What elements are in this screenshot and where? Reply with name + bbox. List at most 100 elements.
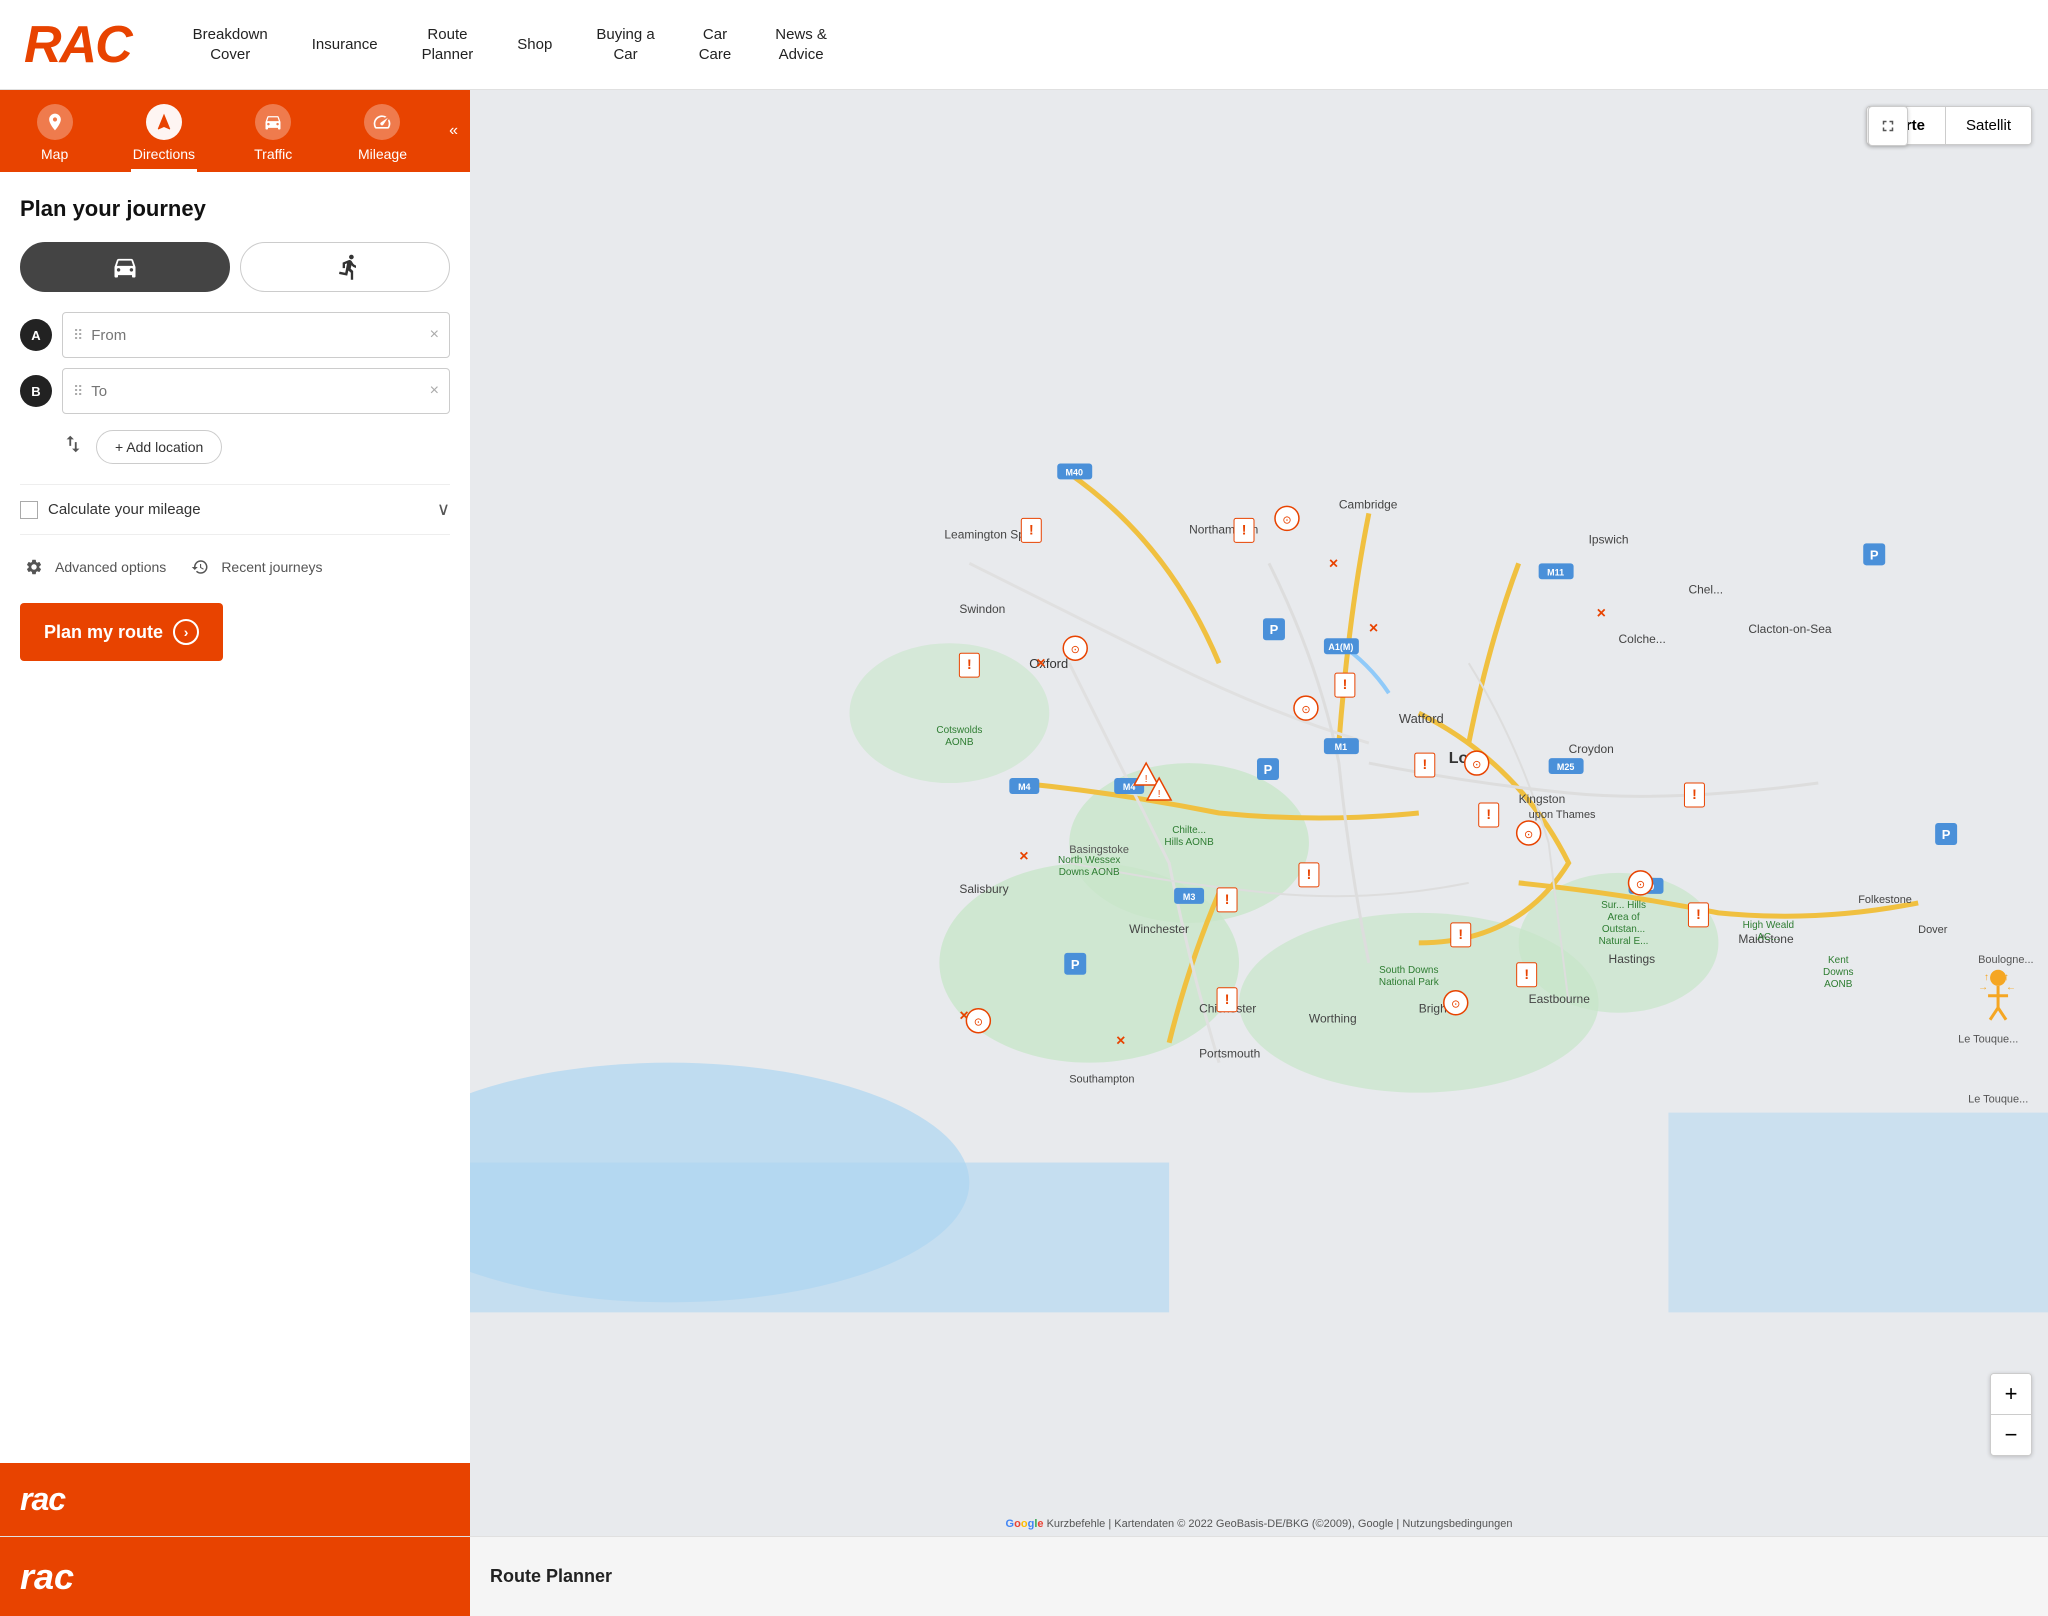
car-mode-button[interactable]: [20, 242, 230, 292]
bottom-banner-orange: rac: [0, 1537, 470, 1616]
tab-map-label: Map: [41, 146, 68, 162]
svg-text:×: ×: [1597, 605, 1606, 622]
zoom-in-button[interactable]: +: [1991, 1374, 2031, 1414]
svg-text:A1(M): A1(M): [1328, 642, 1353, 652]
svg-text:!: !: [1242, 521, 1247, 537]
svg-text:Kent: Kent: [1828, 955, 1849, 966]
svg-text:!: !: [1692, 786, 1697, 802]
svg-text:⊙: ⊙: [1524, 829, 1533, 841]
svg-text:Sur... Hills: Sur... Hills: [1601, 900, 1646, 911]
nav-news-advice[interactable]: News & Advice: [753, 15, 849, 74]
svg-text:High Weald: High Weald: [1743, 920, 1794, 931]
mileage-row: Calculate your mileage ∨: [20, 484, 450, 535]
svg-text:!: !: [1225, 991, 1230, 1007]
svg-text:×: ×: [1019, 848, 1028, 865]
recent-journeys-link[interactable]: Recent journeys: [186, 553, 322, 581]
nav-breakdown-cover[interactable]: Breakdown Cover: [171, 15, 290, 74]
svg-text:Dover: Dover: [1918, 924, 1948, 936]
svg-text:Watford: Watford: [1399, 711, 1444, 726]
svg-text:⊙: ⊙: [1636, 879, 1645, 891]
nav-route-planner[interactable]: Route Planner: [400, 15, 496, 74]
mileage-checkbox[interactable]: [20, 501, 38, 519]
svg-text:!: !: [967, 656, 972, 672]
journey-title: Plan your journey: [20, 196, 450, 222]
svg-text:!: !: [1458, 926, 1463, 942]
svg-text:×: ×: [1116, 1033, 1125, 1050]
zoom-out-button[interactable]: −: [1991, 1415, 2031, 1455]
svg-text:!: !: [1696, 906, 1701, 922]
svg-text:!: !: [1486, 806, 1491, 822]
svg-text:⊙: ⊙: [974, 1017, 983, 1029]
svg-text:Clacton-on-Sea: Clacton-on-Sea: [1748, 622, 1832, 636]
collapse-sidebar-button[interactable]: «: [437, 90, 470, 172]
from-clear-button[interactable]: ×: [430, 326, 439, 344]
svg-text:Colche...: Colche...: [1619, 632, 1666, 646]
svg-text:!: !: [1307, 866, 1312, 882]
bottom-banner-content: Route Planner: [470, 1566, 632, 1587]
svg-text:→: →: [1978, 982, 1988, 993]
bottom-banner-logo: rac: [20, 1556, 74, 1598]
mileage-chevron-icon[interactable]: ∨: [437, 499, 450, 520]
nav-car-care[interactable]: Car Care: [677, 15, 754, 74]
svg-text:Chilte...: Chilte...: [1172, 825, 1206, 836]
map-satellit-button[interactable]: Satellit: [1946, 107, 2031, 144]
svg-text:M1: M1: [1335, 742, 1347, 752]
svg-text:⊙: ⊙: [1472, 759, 1481, 771]
swap-route-button[interactable]: [62, 433, 84, 461]
svg-text:AONB: AONB: [1824, 979, 1853, 990]
directions-tab-icon: [146, 104, 182, 140]
svg-text:Southampton: Southampton: [1069, 1074, 1134, 1086]
nav-insurance[interactable]: Insurance: [290, 25, 400, 65]
form-area: Plan your journey A ⠿ ×: [0, 172, 470, 1463]
svg-text:!: !: [1343, 676, 1348, 692]
walk-mode-button[interactable]: [240, 242, 450, 292]
svg-text:P: P: [1270, 622, 1279, 637]
tab-mileage[interactable]: Mileage: [328, 90, 437, 172]
svg-text:North Wessex: North Wessex: [1058, 855, 1120, 866]
svg-text:P: P: [1870, 547, 1879, 562]
traffic-tab-icon: [255, 104, 291, 140]
mileage-tab-icon: [364, 104, 400, 140]
to-clear-button[interactable]: ×: [430, 382, 439, 400]
sidebar-footer: rac: [0, 1463, 470, 1536]
gear-icon: [20, 553, 48, 581]
tab-directions[interactable]: Directions: [109, 90, 218, 172]
map-tab-icon: [37, 104, 73, 140]
svg-text:!: !: [1225, 891, 1230, 907]
from-input[interactable]: [91, 327, 429, 344]
svg-text:×: ×: [1369, 620, 1378, 637]
svg-text:M40: M40: [1066, 467, 1083, 477]
svg-text:×: ×: [1036, 655, 1045, 672]
svg-text:Eastbourne: Eastbourne: [1529, 992, 1591, 1006]
svg-text:Hastings: Hastings: [1609, 952, 1656, 966]
svg-text:M11: M11: [1547, 567, 1564, 577]
advanced-options-link[interactable]: Advanced options: [20, 553, 166, 581]
plan-route-button[interactable]: Plan my route ›: [20, 603, 223, 661]
main-layout: Map Directions Traffic Mileage «: [0, 90, 2048, 1536]
svg-text:Downs: Downs: [1823, 967, 1853, 978]
recent-journeys-label: Recent journeys: [221, 559, 322, 575]
nav-buying-car[interactable]: Buying a Car: [574, 15, 676, 74]
tab-map[interactable]: Map: [0, 90, 109, 172]
rac-logo[interactable]: RAC: [24, 19, 131, 71]
expand-map-button[interactable]: [1868, 106, 1908, 146]
nav-shop[interactable]: Shop: [495, 25, 574, 65]
to-drag-handle: ⠿: [73, 383, 83, 400]
svg-text:M3: M3: [1183, 892, 1195, 902]
from-marker: A: [20, 319, 52, 351]
to-marker: B: [20, 375, 52, 407]
to-input[interactable]: [91, 383, 429, 400]
from-input-wrap: ⠿ ×: [62, 312, 450, 358]
svg-text:M4: M4: [1123, 782, 1135, 792]
tab-traffic[interactable]: Traffic: [219, 90, 328, 172]
svg-text:Ipswich: Ipswich: [1589, 532, 1629, 546]
svg-text:Leamington Spa: Leamington Spa: [944, 527, 1032, 541]
tab-bar: Map Directions Traffic Mileage «: [0, 90, 470, 172]
svg-text:AONB: AONB: [945, 737, 974, 748]
plan-route-chevron-icon: ›: [173, 619, 199, 645]
svg-text:⊙: ⊙: [1071, 644, 1080, 656]
svg-text:×: ×: [1329, 555, 1338, 572]
add-location-button[interactable]: + Add location: [96, 430, 222, 464]
history-icon: [186, 553, 214, 581]
svg-text:Portsmouth: Portsmouth: [1199, 1047, 1260, 1061]
